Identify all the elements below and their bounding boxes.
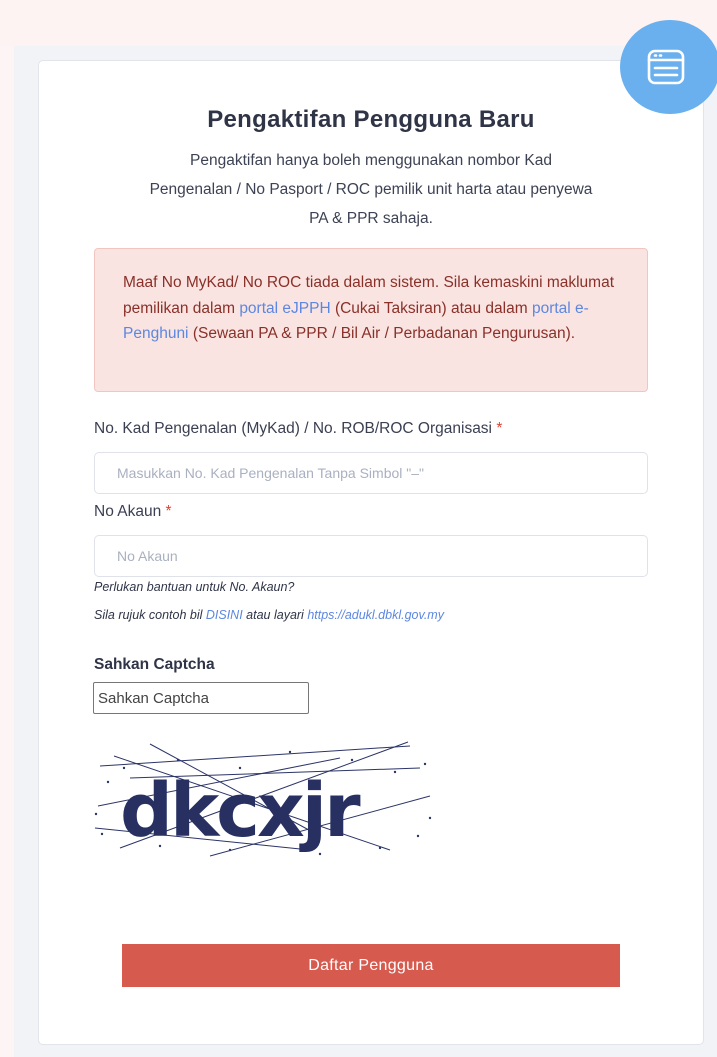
subtitle-line: PA & PPR sahaja. xyxy=(309,210,433,227)
akaun-label-text: No Akaun xyxy=(94,503,162,520)
page-title: Pengaktifan Pengguna Baru xyxy=(207,106,535,133)
required-mark: * xyxy=(165,503,172,520)
top-band xyxy=(0,0,717,46)
akaun-input[interactable] xyxy=(94,535,648,577)
mykad-label-text: No. Kad Pengenalan (MyKad) / No. ROB/ROC… xyxy=(94,420,493,437)
subtitle-line: Pengaktifan hanya boleh menggunakan nomb… xyxy=(190,152,552,169)
alert-text: (Cukai Taksiran) atau dalam xyxy=(330,299,532,317)
adukl-link[interactable]: https://adukl.dbkl.gov.my xyxy=(307,608,444,622)
help-text-line1: Perlukan bantuan untuk No. Akaun? xyxy=(94,580,295,594)
floating-action-button[interactable] xyxy=(620,20,717,114)
window-list-icon xyxy=(647,49,685,85)
help-text: Sila rujuk contoh bil xyxy=(94,608,206,622)
alert-text: (Sewaan PA & PPR / Bil Air / Perbadanan … xyxy=(188,325,576,342)
mykad-label: No. Kad Pengenalan (MyKad) / No. ROB/ROC… xyxy=(94,420,502,438)
help-text-line2: Sila rujuk contoh bil DISINI atau layari… xyxy=(94,608,444,622)
akaun-label: No Akaun * xyxy=(94,503,172,521)
error-alert: Maaf No MyKad/ No ROC tiada dalam sistem… xyxy=(94,248,648,392)
captcha-text: dkcxjr xyxy=(120,768,361,854)
captcha-image: dkcxjr xyxy=(94,741,432,857)
captcha-label: Sahkan Captcha xyxy=(94,656,215,673)
portal-ejpph-link[interactable]: portal eJPPH xyxy=(239,300,330,317)
captcha-input[interactable] xyxy=(93,682,309,714)
mykad-input[interactable] xyxy=(94,452,648,494)
subtitle-line: Pengenalan / No Pasport / ROC pemilik un… xyxy=(149,181,593,198)
daftar-pengguna-button[interactable]: Daftar Pengguna xyxy=(122,944,620,987)
required-mark: * xyxy=(496,420,503,437)
page: Pengaktifan Pengguna Baru Pengaktifan ha… xyxy=(0,0,717,1057)
help-text: atau layari xyxy=(242,608,308,622)
page-subtitle: Pengaktifan hanya boleh menggunakan nomb… xyxy=(80,146,662,233)
disini-link[interactable]: DISINI xyxy=(206,608,243,622)
